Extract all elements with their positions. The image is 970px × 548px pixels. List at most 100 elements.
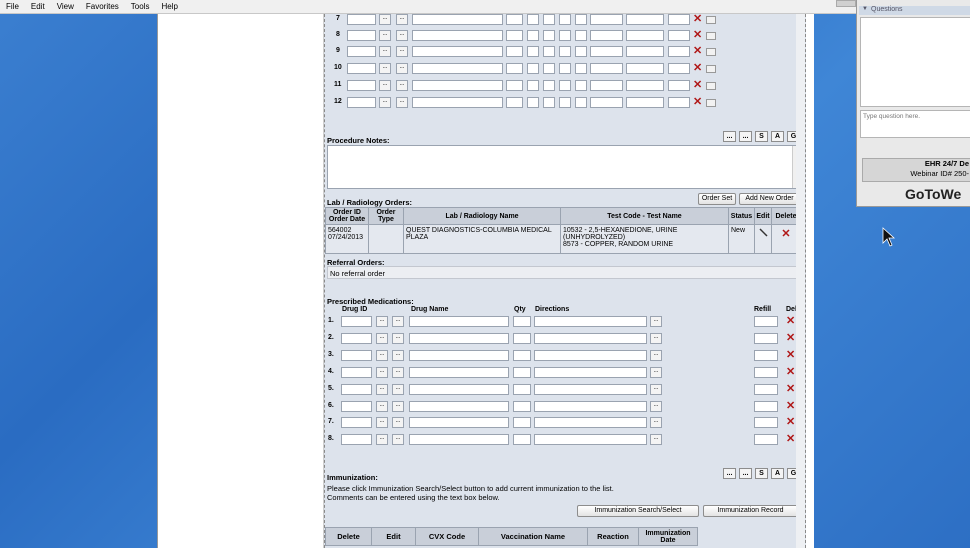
price-field[interactable] xyxy=(590,80,623,91)
drug-id-field[interactable] xyxy=(341,417,372,429)
delete-x-icon[interactable]: ✕ xyxy=(786,383,795,395)
imm-dots-button-1[interactable]: ... xyxy=(723,468,736,479)
imm-s-button[interactable]: S xyxy=(755,468,768,479)
units-field[interactable] xyxy=(668,80,690,91)
code-field[interactable] xyxy=(347,46,376,57)
drug-lookup-button-2[interactable]: ... xyxy=(392,383,404,395)
procedure-notes-textarea[interactable] xyxy=(327,145,801,189)
drug-lookup-button-1[interactable]: ... xyxy=(376,366,388,378)
delete-x-icon[interactable]: ✕ xyxy=(786,417,795,428)
lookup-button-1[interactable]: ... xyxy=(379,63,391,74)
proc-notes-dots-button-2[interactable]: ... xyxy=(739,131,752,142)
delete-x-icon[interactable]: ✕ xyxy=(786,434,795,445)
drug-lookup-button-2[interactable]: ... xyxy=(392,434,404,446)
refill-field[interactable] xyxy=(754,434,778,446)
code-field[interactable] xyxy=(347,14,376,25)
qty-field[interactable] xyxy=(513,417,531,429)
units-field[interactable] xyxy=(668,97,690,108)
modifier-field[interactable] xyxy=(559,30,571,41)
qty-field[interactable] xyxy=(513,349,531,361)
delete-x-icon[interactable]: ✕ xyxy=(693,14,702,25)
drug-lookup-button-2[interactable]: ... xyxy=(392,417,404,429)
description-field[interactable] xyxy=(412,46,503,57)
proc-notes-s-button[interactable]: S xyxy=(755,131,768,142)
description-field[interactable] xyxy=(412,63,503,74)
drug-name-field[interactable] xyxy=(409,349,509,361)
directions-field[interactable] xyxy=(534,434,647,446)
form-scrollbar[interactable] xyxy=(796,14,805,548)
price-field[interactable] xyxy=(590,97,623,108)
drug-name-field[interactable] xyxy=(409,316,509,327)
imm-dots-button-2[interactable]: ... xyxy=(739,468,752,479)
questions-header[interactable]: ▼ Questions xyxy=(859,6,970,15)
copy-icon[interactable] xyxy=(706,65,716,73)
modifier-field[interactable] xyxy=(575,97,587,108)
lookup-button-1[interactable]: ... xyxy=(379,97,391,108)
lookup-button-2[interactable]: ... xyxy=(396,63,408,74)
drug-lookup-button-1[interactable]: ... xyxy=(376,316,388,327)
delete-x-icon[interactable]: ✕ xyxy=(693,80,702,91)
drug-lookup-button-1[interactable]: ... xyxy=(376,400,388,412)
menu-tools[interactable]: Tools xyxy=(131,2,150,11)
delete-x-icon[interactable]: ✕ xyxy=(786,366,795,378)
qty-field[interactable] xyxy=(506,97,523,108)
proc-notes-dots-button-1[interactable]: ... xyxy=(723,131,736,142)
delete-x-icon[interactable]: ✕ xyxy=(781,228,790,240)
date-field[interactable] xyxy=(626,97,664,108)
modifier-field[interactable] xyxy=(543,80,555,91)
description-field[interactable] xyxy=(412,97,503,108)
refill-field[interactable] xyxy=(754,349,778,361)
qty-field[interactable] xyxy=(513,366,531,378)
units-field[interactable] xyxy=(668,46,690,57)
drug-id-field[interactable] xyxy=(341,383,372,395)
copy-icon[interactable] xyxy=(706,82,716,90)
modifier-field[interactable] xyxy=(527,46,539,57)
drug-id-field[interactable] xyxy=(341,332,372,344)
drug-lookup-button-1[interactable]: ... xyxy=(376,383,388,395)
drug-name-field[interactable] xyxy=(409,434,509,446)
refill-field[interactable] xyxy=(754,366,778,378)
refill-field[interactable] xyxy=(754,332,778,344)
description-field[interactable] xyxy=(412,80,503,91)
lookup-button-1[interactable]: ... xyxy=(379,80,391,91)
directions-field[interactable] xyxy=(534,316,647,327)
description-field[interactable] xyxy=(412,14,503,25)
drug-id-field[interactable] xyxy=(341,366,372,378)
modifier-field[interactable] xyxy=(559,80,571,91)
modifier-field[interactable] xyxy=(575,80,587,91)
delete-x-icon[interactable]: ✕ xyxy=(786,316,795,327)
refill-field[interactable] xyxy=(754,400,778,412)
immunization-search-button[interactable]: Immunization Search/Select xyxy=(577,505,699,517)
modifier-field[interactable] xyxy=(559,14,571,25)
modifier-field[interactable] xyxy=(527,14,539,25)
menu-file[interactable]: File xyxy=(6,2,19,11)
qty-field[interactable] xyxy=(506,46,523,57)
units-field[interactable] xyxy=(668,30,690,41)
qty-field[interactable] xyxy=(506,14,523,25)
menu-view[interactable]: View xyxy=(57,2,74,11)
lookup-button-2[interactable]: ... xyxy=(396,97,408,108)
modifier-field[interactable] xyxy=(575,46,587,57)
drug-lookup-button-2[interactable]: ... xyxy=(392,332,404,344)
description-field[interactable] xyxy=(412,30,503,41)
drug-name-field[interactable] xyxy=(409,400,509,412)
menu-favorites[interactable]: Favorites xyxy=(86,2,119,11)
directions-lookup-button[interactable]: ... xyxy=(650,366,662,378)
menu-edit[interactable]: Edit xyxy=(31,2,45,11)
drug-id-field[interactable] xyxy=(341,349,372,361)
drug-lookup-button-1[interactable]: ... xyxy=(376,434,388,446)
window-control[interactable] xyxy=(836,0,856,7)
lookup-button-1[interactable]: ... xyxy=(379,14,391,25)
copy-icon[interactable] xyxy=(706,16,716,24)
price-field[interactable] xyxy=(590,14,623,25)
modifier-field[interactable] xyxy=(575,63,587,74)
delete-x-icon[interactable]: ✕ xyxy=(786,349,795,361)
delete-x-icon[interactable]: ✕ xyxy=(786,332,795,344)
code-field[interactable] xyxy=(347,30,376,41)
copy-icon[interactable] xyxy=(706,48,716,56)
drug-lookup-button-2[interactable]: ... xyxy=(392,316,404,327)
qty-field[interactable] xyxy=(513,383,531,395)
question-input[interactable]: Type question here. xyxy=(860,110,970,138)
qty-field[interactable] xyxy=(513,316,531,327)
lookup-button-1[interactable]: ... xyxy=(379,30,391,41)
